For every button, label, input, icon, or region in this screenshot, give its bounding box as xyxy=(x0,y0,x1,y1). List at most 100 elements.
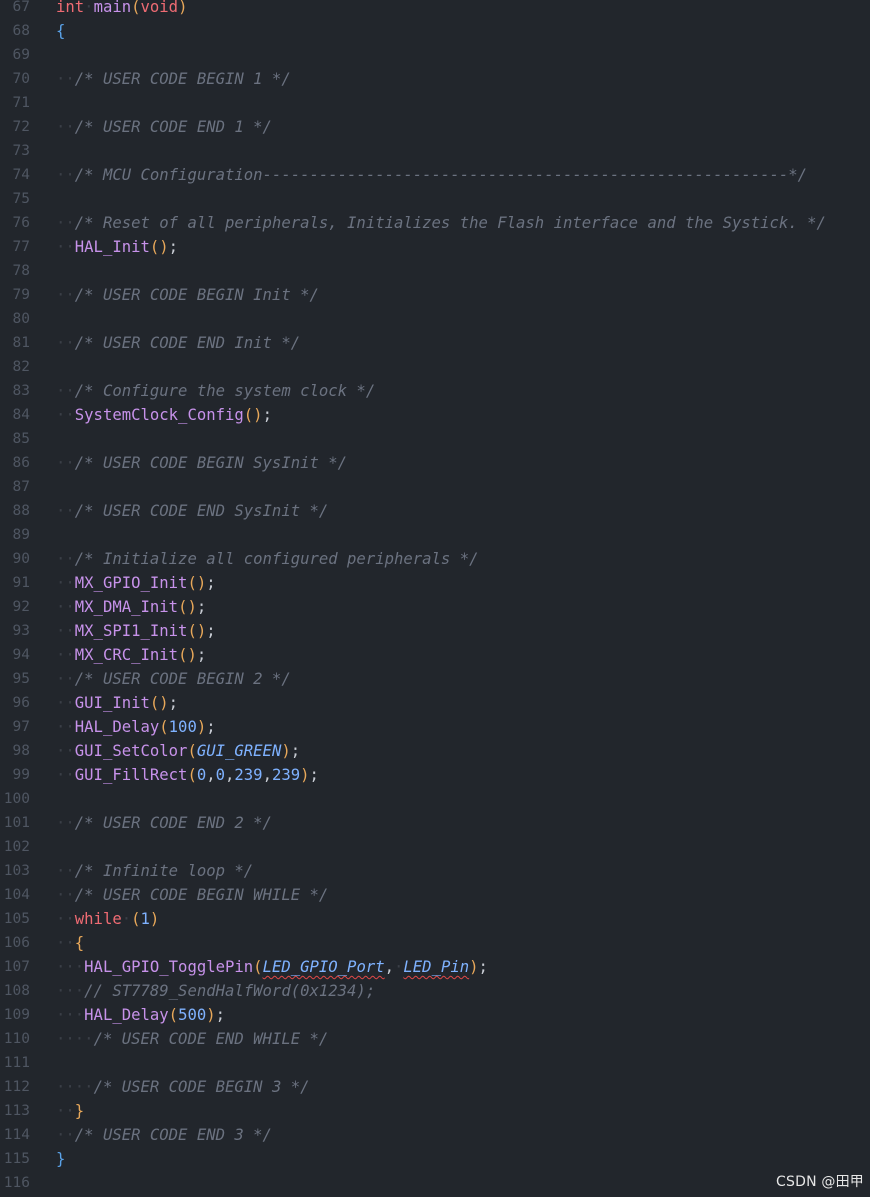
code-line[interactable]: 92 ··MX_DMA_Init(); xyxy=(0,595,870,619)
code-token: ) xyxy=(469,958,479,976)
code-line[interactable]: 73 xyxy=(0,139,870,163)
code-token: () xyxy=(149,694,169,712)
code-token: /* Reset of all peripherals, Initializes… xyxy=(74,214,826,232)
whitespace-marker: ·· xyxy=(56,766,75,784)
code-line[interactable]: 70 ··/* USER CODE BEGIN 1 */ xyxy=(0,67,870,91)
code-line[interactable]: 96 ··GUI_Init(); xyxy=(0,691,870,715)
line-number: 84 xyxy=(12,407,30,423)
code-editor[interactable]: 67 int·main(void) 68{69 70 ··/* USER CODE BE… xyxy=(0,0,870,1195)
line-number: 110 xyxy=(3,1031,30,1047)
code-token: ; xyxy=(206,622,216,640)
code-line[interactable]: 83 ··/* Configure the system clock */ xyxy=(0,379,870,403)
code-token: ( xyxy=(159,718,169,736)
whitespace-marker: ·· xyxy=(56,718,75,736)
code-line[interactable]: 100 xyxy=(0,787,870,811)
whitespace-marker: ·· xyxy=(56,862,75,880)
code-line[interactable]: 86 ··/* USER CODE BEGIN SysInit */ xyxy=(0,451,870,475)
whitespace-marker: ···· xyxy=(56,1078,94,1096)
line-number: 103 xyxy=(3,863,30,879)
whitespace-marker: ·· xyxy=(56,814,75,832)
code-line[interactable]: 69 xyxy=(0,43,870,67)
code-line[interactable]: 84 ··SystemClock_Config(); xyxy=(0,403,870,427)
code-line[interactable]: 110 ····/* USER CODE END WHILE */ xyxy=(0,1027,870,1051)
code-text: ··SystemClock_Config(); xyxy=(56,403,272,427)
code-line[interactable]: 81 ··/* USER CODE END Init */ xyxy=(0,331,870,355)
line-number: 85 xyxy=(12,431,30,447)
code-line[interactable]: 112 ····/* USER CODE BEGIN 3 */ xyxy=(0,1075,870,1099)
code-token: ; xyxy=(196,598,207,616)
code-line[interactable]: 116 xyxy=(0,1171,870,1195)
code-line[interactable]: 93 ··MX_SPI1_Init(); xyxy=(0,619,870,643)
code-line[interactable]: 105 ··while·(1) xyxy=(0,907,870,931)
code-line[interactable]: 76 ··/* Reset of all peripherals, Initial… xyxy=(0,211,870,235)
line-number: 98 xyxy=(12,743,30,759)
whitespace-marker: ·· xyxy=(56,214,75,232)
code-token: HAL_Init xyxy=(74,238,150,256)
line-number: 107 xyxy=(3,959,30,975)
code-token: 0 xyxy=(215,766,226,784)
code-line[interactable]: 113 ··} xyxy=(0,1099,870,1123)
code-line[interactable]: 68 { xyxy=(0,19,870,43)
code-line[interactable]: 87 xyxy=(0,475,870,499)
code-line[interactable]: 101 ··/* USER CODE END 2 */ xyxy=(0,811,870,835)
code-line[interactable]: 95 ··/* USER CODE BEGIN 2 */ xyxy=(0,667,870,691)
code-text: ··MX_DMA_Init(); xyxy=(56,595,206,619)
code-line[interactable]: 103 ··/* Infinite loop */ xyxy=(0,859,870,883)
code-line[interactable]: 102 xyxy=(0,835,870,859)
code-token: ; xyxy=(309,766,319,784)
whitespace-marker: ·· xyxy=(56,550,75,568)
code-line[interactable]: 104 ··/* USER CODE BEGIN WHILE */ xyxy=(0,883,870,907)
code-line[interactable]: 80 xyxy=(0,307,870,331)
whitespace-marker: ·· xyxy=(56,1126,75,1144)
code-line[interactable]: 111 xyxy=(0,1051,870,1075)
code-line[interactable]: 88 ··/* USER CODE END SysInit */ xyxy=(0,499,870,523)
whitespace-marker: ·· xyxy=(56,646,75,664)
code-token: /* Initialize all configured peripherals… xyxy=(74,550,479,568)
code-token: ) xyxy=(300,766,310,784)
code-line[interactable]: 75 xyxy=(0,187,870,211)
code-line[interactable]: 74 ··/* MCU Configuration----------------… xyxy=(0,163,870,187)
code-line[interactable]: 67 int·main(void) xyxy=(0,0,870,19)
code-token: ) xyxy=(149,910,160,928)
code-token: LED_Pin xyxy=(403,958,470,976)
line-number: 97 xyxy=(12,719,30,735)
code-token: ; xyxy=(168,694,179,712)
code-line[interactable]: 77 ··HAL_Init(); xyxy=(0,235,870,259)
whitespace-marker: ·· xyxy=(56,670,75,688)
whitespace-marker: ·· xyxy=(56,886,75,904)
code-text: ··/* USER CODE BEGIN SysInit */ xyxy=(56,451,347,475)
code-line[interactable]: 114 ··/* USER CODE END 3 */ xyxy=(0,1123,870,1147)
code-line[interactable]: 99 ··GUI_FillRect(0,0,239,239); xyxy=(0,763,870,787)
whitespace-marker: ··· xyxy=(56,982,85,1000)
code-line[interactable]: 89 xyxy=(0,523,870,547)
line-number: 75 xyxy=(12,191,30,207)
code-text: ··/* USER CODE END SysInit */ xyxy=(56,499,328,523)
code-line[interactable]: 108 ···// ST7789_SendHalfWord(0x1234); xyxy=(0,979,870,1003)
code-line[interactable]: 78 xyxy=(0,259,870,283)
code-line[interactable]: 71 xyxy=(0,91,870,115)
code-line[interactable]: 85 xyxy=(0,427,870,451)
code-line[interactable]: 109 ···HAL_Delay(500); xyxy=(0,1003,870,1027)
code-token: ; xyxy=(290,742,301,760)
code-token: { xyxy=(56,22,66,40)
code-token: , xyxy=(384,958,395,976)
code-line[interactable]: 79 ··/* USER CODE BEGIN Init */ xyxy=(0,283,870,307)
line-number: 109 xyxy=(3,1007,30,1023)
whitespace-marker: ·· xyxy=(56,454,75,472)
code-line[interactable]: 90 ··/* Initialize all configured periphe… xyxy=(0,547,870,571)
line-number: 115 xyxy=(3,1151,30,1167)
code-line[interactable]: 98 ··GUI_SetColor(GUI_GREEN); xyxy=(0,739,870,763)
line-number: 93 xyxy=(12,623,30,639)
line-number: 80 xyxy=(12,311,30,327)
code-line[interactable]: 82 xyxy=(0,355,870,379)
code-line[interactable]: 107 ···HAL_GPIO_TogglePin(LED_GPIO_Port,·… xyxy=(0,955,870,979)
code-text: ···HAL_GPIO_TogglePin(LED_GPIO_Port,·LED… xyxy=(56,955,488,979)
code-line[interactable]: 106 ··{ xyxy=(0,931,870,955)
code-token: HAL_GPIO_TogglePin xyxy=(84,958,254,976)
code-line[interactable]: 97 ··HAL_Delay(100); xyxy=(0,715,870,739)
code-line[interactable]: 94 ··MX_CRC_Init(); xyxy=(0,643,870,667)
code-line[interactable]: 91 ··MX_GPIO_Init(); xyxy=(0,571,870,595)
code-token: ; xyxy=(206,574,216,592)
code-line[interactable]: 72 ··/* USER CODE END 1 */ xyxy=(0,115,870,139)
code-line[interactable]: 115} xyxy=(0,1147,870,1171)
